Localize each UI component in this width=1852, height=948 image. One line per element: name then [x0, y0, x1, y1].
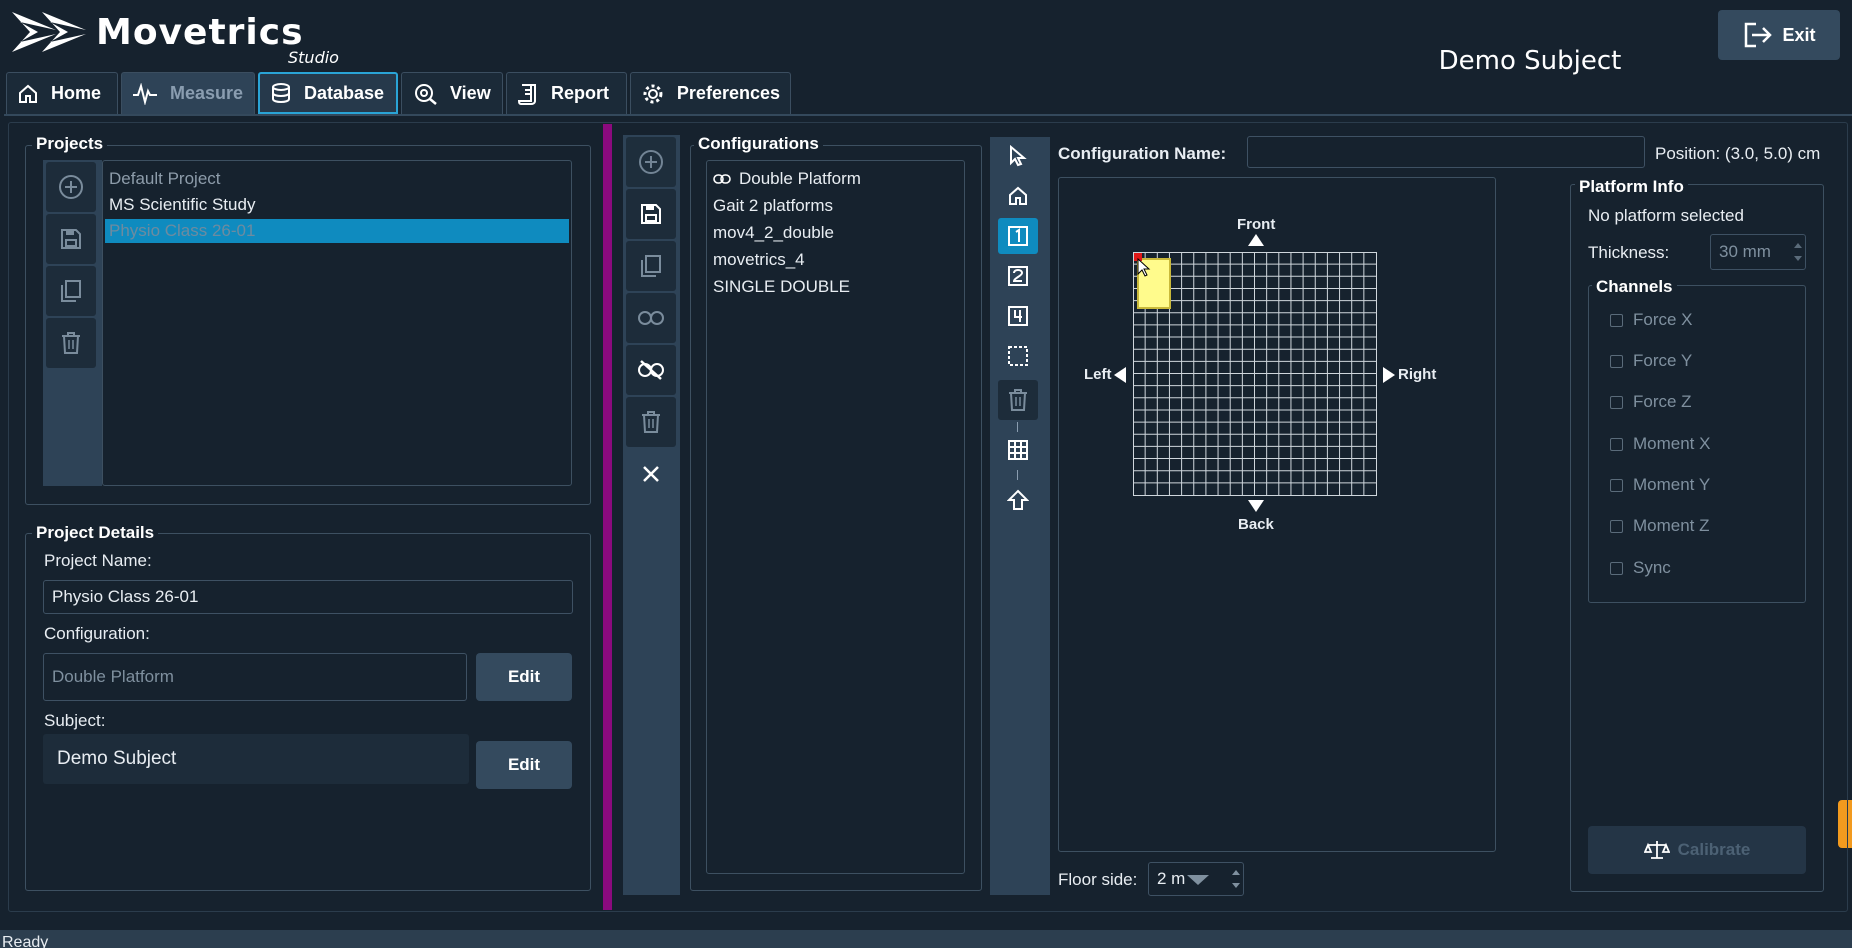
tab-divider — [4, 114, 1852, 116]
tab-view-label: View — [450, 83, 491, 103]
tab-view[interactable]: View — [401, 72, 503, 114]
report-icon — [517, 83, 536, 105]
logo-text: Movetrics — [96, 12, 304, 53]
home-icon — [19, 84, 37, 103]
app-logo: Movetrics Studio — [12, 8, 372, 67]
exit-button[interactable]: Exit — [1718, 10, 1840, 60]
tab-report-label: Report — [551, 83, 609, 103]
tab-measure-label: Measure — [170, 83, 244, 103]
database-icon — [272, 83, 290, 103]
main-content-border — [8, 122, 1848, 912]
logo-subtitle: Studio — [288, 48, 339, 67]
movetrics-logo-icon — [12, 12, 86, 52]
tab-home[interactable]: Home — [6, 72, 118, 114]
tab-preferences[interactable]: Preferences — [630, 72, 791, 114]
eye-icon — [415, 83, 437, 105]
tab-database-label: Database — [304, 82, 385, 103]
status-bar: Ready — [0, 930, 1852, 948]
tab-home-label: Home — [51, 83, 102, 103]
waveform-icon — [133, 82, 157, 105]
tab-report[interactable]: Report — [506, 72, 627, 114]
exit-icon — [1745, 22, 1773, 48]
gear-icon — [643, 84, 663, 103]
exit-label: Exit — [1782, 24, 1816, 45]
tab-measure[interactable]: Measure — [121, 72, 255, 114]
tab-database[interactable]: Database — [258, 72, 398, 114]
tab-preferences-label: Preferences — [676, 83, 780, 103]
current-subject-title: Demo Subject — [1438, 46, 1622, 76]
